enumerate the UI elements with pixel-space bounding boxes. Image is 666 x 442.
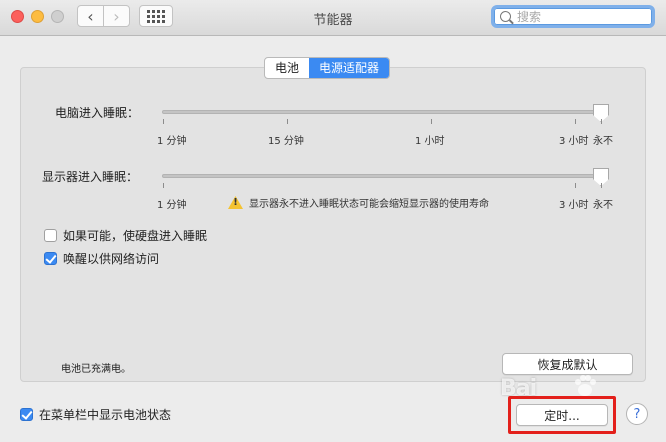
scale-label: 3 小时: [559, 136, 589, 147]
computer-sleep-slider[interactable]: [162, 110, 608, 114]
slider-tick: [287, 119, 288, 124]
slider-tick: [431, 119, 432, 124]
slider-tick: [601, 119, 602, 124]
title-bar: ‹ › 节能器: [0, 0, 666, 36]
option-label: 在菜单栏中显示电池状态: [39, 408, 172, 422]
tab-bar: 电池 电源适配器: [264, 57, 391, 79]
display-sleep-slider[interactable]: [162, 174, 608, 178]
hard-disk-sleep-checkbox[interactable]: [44, 229, 57, 242]
schedule-button[interactable]: 定时...: [516, 404, 608, 426]
option-show-battery-menubar[interactable]: 在菜单栏中显示电池状态: [20, 406, 171, 423]
slider-tick: [163, 183, 164, 188]
slider-tick: [575, 183, 576, 188]
scale-label: 15 分钟: [268, 136, 304, 147]
option-wake-network[interactable]: 唤醒以供网络访问: [44, 250, 159, 267]
warning-icon: [228, 196, 243, 209]
scale-label: 永不: [593, 200, 613, 211]
slider-tick: [575, 119, 576, 124]
scale-label: 永不: [593, 136, 613, 147]
computer-sleep-label: 电脑进入睡眠：: [55, 106, 140, 120]
tab-power-adapter[interactable]: 电源适配器: [309, 58, 390, 78]
option-hard-disk-sleep[interactable]: 如果可能，使硬盘进入睡眠: [44, 227, 207, 244]
scale-label: 3 小时: [559, 200, 589, 211]
help-button[interactable]: ?: [626, 403, 648, 425]
warning-text: 显示器永不进入睡眠状态可能会缩短显示器的使用寿命: [249, 199, 489, 210]
help-icon: ?: [633, 406, 641, 422]
slider-tick: [163, 119, 164, 124]
option-label: 唤醒以供网络访问: [63, 252, 160, 266]
battery-status: 电池已充满电。: [61, 364, 131, 375]
search-input[interactable]: [517, 9, 637, 24]
scale-label: 1 分钟: [157, 136, 187, 147]
search-icon: [500, 11, 511, 22]
display-sleep-label: 显示器进入睡眠：: [42, 170, 139, 184]
option-label: 如果可能，使硬盘进入睡眠: [63, 229, 208, 243]
scale-label: 1 小时: [415, 136, 445, 147]
slider-tick: [601, 183, 602, 188]
search-field[interactable]: [491, 5, 655, 28]
show-battery-menubar-checkbox[interactable]: [20, 408, 33, 421]
restore-defaults-button[interactable]: 恢复成默认: [502, 353, 633, 375]
display-warning: 显示器永不进入睡眠状态可能会缩短显示器的使用寿命: [228, 195, 489, 210]
tab-battery[interactable]: 电池: [265, 58, 309, 78]
scale-label: 1 分钟: [157, 200, 187, 211]
wake-network-checkbox[interactable]: [44, 252, 57, 265]
